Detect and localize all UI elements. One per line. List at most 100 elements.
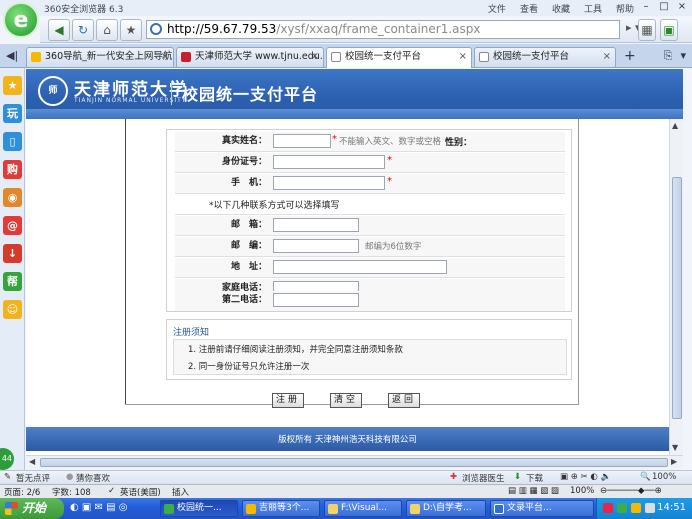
minimize-icon[interactable]: – bbox=[640, 1, 652, 13]
scroll-thumb[interactable] bbox=[672, 177, 682, 419]
vertical-scrollbar[interactable]: ▲ ▼ bbox=[669, 119, 683, 455]
email-label: 邮 箱： bbox=[230, 220, 267, 230]
tab-payment-active[interactable]: 校园统一支付平台 × bbox=[326, 47, 472, 68]
back-arrow-icon[interactable]: ◀ bbox=[48, 19, 70, 41]
browser-zoom[interactable]: 100% bbox=[652, 472, 676, 482]
scroll-down-icon[interactable]: ▼ bbox=[672, 443, 678, 452]
taskbar-item-chat[interactable]: 吉丽等3个... bbox=[242, 500, 320, 517]
tray-security-icon[interactable] bbox=[603, 503, 613, 513]
tab-360-nav[interactable]: 360导航_新一代安全上网导航 × bbox=[26, 47, 174, 67]
page-content: 真实姓名： * 不能输入英文、数字或空格 性别： 身份证号： * 手 机： * … bbox=[26, 119, 669, 455]
tab-payment[interactable]: 校园统一支付平台 × bbox=[474, 47, 616, 67]
row-zip: 邮 编： 邮编为6位数字 bbox=[175, 237, 565, 257]
grid-menu-icon[interactable]: ▦ bbox=[638, 19, 656, 41]
id-number-input[interactable] bbox=[273, 155, 385, 169]
browser-icon bbox=[164, 504, 174, 514]
scroll-right-icon[interactable]: ▶ bbox=[671, 457, 677, 466]
taskbar-item-payment[interactable]: 校园统一... bbox=[160, 500, 238, 517]
row-real-name: 真实姓名： * 不能输入英文、数字或空格 性别： bbox=[175, 132, 565, 152]
real-name-hint: 不能输入英文、数字或空格 bbox=[339, 137, 442, 147]
word-document-icon bbox=[494, 504, 504, 514]
sidebar-toggle-icon[interactable]: ◀| bbox=[6, 49, 18, 62]
download-link[interactable]: 下载 bbox=[526, 472, 543, 484]
zoom-slider[interactable]: ⊖──────◆──⊕ bbox=[600, 486, 662, 496]
second-phone-input[interactable] bbox=[273, 293, 359, 307]
mobile-input[interactable] bbox=[273, 176, 385, 190]
view-mode-icons[interactable]: ▤ ▥ ▦ ▧ ▨ bbox=[508, 486, 559, 496]
help-icon[interactable]: 帮 bbox=[3, 272, 22, 291]
window-titlebar: 360安全浏览器 6.3 文件 查看 收藏 工具 帮助 – □ × bbox=[0, 0, 692, 16]
tab-label: 天津师范大学 www.tjnu.edu.cn bbox=[195, 51, 324, 62]
restore-tab-icon[interactable]: ⎘ bbox=[664, 49, 673, 63]
taskbar-item-label: F:\Visual... bbox=[341, 503, 387, 513]
taskbar-item-folder-d[interactable]: D:\自学考... bbox=[406, 500, 486, 517]
favicon-page-icon bbox=[331, 52, 341, 62]
favorites-star-icon[interactable]: ★ bbox=[3, 76, 22, 95]
registration-form: 真实姓名： * 不能输入英文、数字或空格 性别： 身份证号： * 手 机： * … bbox=[166, 129, 572, 312]
zoom-icon: 🔍 bbox=[640, 472, 651, 482]
favorite-star-icon[interactable]: ★ bbox=[120, 19, 142, 41]
taskbar-item-folder-f[interactable]: F:\Visual... bbox=[324, 500, 402, 517]
taskbar-item-record[interactable]: 文录平台... bbox=[490, 500, 594, 517]
shopping-icon[interactable]: 购 bbox=[3, 160, 22, 179]
start-button[interactable]: 开始 bbox=[0, 498, 64, 519]
address-bar[interactable]: http://59.67.79.53/xysf/xxaq/frame_conta… bbox=[146, 20, 620, 39]
back-button[interactable]: 返回 bbox=[388, 393, 420, 408]
insert-mode[interactable]: 插入 bbox=[172, 486, 189, 498]
language[interactable]: 英语(美国) bbox=[120, 486, 161, 498]
menu-file[interactable]: 文件 bbox=[488, 2, 506, 15]
clock[interactable]: 14:51 bbox=[657, 502, 686, 513]
register-button[interactable]: 注册 bbox=[272, 393, 304, 408]
hscroll-thumb[interactable] bbox=[40, 458, 668, 467]
tab-close-icon[interactable]: × bbox=[603, 48, 611, 66]
quicklaunch-icons[interactable]: ◐ ▣ ✉ ▤ ◎ bbox=[70, 502, 127, 513]
portal-title: 校园统一支付平台 bbox=[182, 85, 319, 104]
horizontal-scrollbar[interactable]: ◀ ▶ bbox=[26, 455, 683, 469]
address-input[interactable] bbox=[273, 260, 447, 274]
comments-status[interactable]: 暂无点评 bbox=[16, 472, 50, 484]
menu-help[interactable]: 帮助 bbox=[616, 2, 634, 15]
menu-favorites[interactable]: 收藏 bbox=[552, 2, 570, 15]
refresh-icon[interactable]: ↻ bbox=[72, 19, 94, 41]
maximize-icon[interactable]: □ bbox=[658, 1, 670, 13]
tab-close-icon[interactable]: × bbox=[311, 48, 319, 66]
guess-you-like-link[interactable]: 猜你喜欢 bbox=[76, 472, 110, 484]
email-input[interactable] bbox=[273, 218, 359, 232]
tab-list-icon[interactable]: ▾ bbox=[680, 49, 686, 63]
page-viewport: 师 天津师范大学 TIANJIN NORMAL UNIVERSITY 校园统一支… bbox=[26, 69, 683, 455]
status-tool-icons[interactable]: ▣ ⊕ ✂ ◐ 🔈 bbox=[560, 472, 611, 482]
tray-messenger-icon[interactable] bbox=[631, 503, 641, 513]
weibo-icon[interactable]: ◉ bbox=[3, 188, 22, 207]
download-icon[interactable]: ↓ bbox=[3, 244, 22, 263]
favicon-page-icon bbox=[479, 52, 489, 62]
browser-doctor-link[interactable]: 浏览器医生 bbox=[462, 472, 505, 484]
real-name-input[interactable] bbox=[273, 134, 331, 148]
menu-bar: 文件 查看 收藏 工具 帮助 bbox=[488, 2, 634, 15]
frame-border bbox=[578, 119, 579, 405]
browser-logo-icon[interactable]: e bbox=[3, 2, 39, 38]
document-zoom[interactable]: 100% bbox=[570, 486, 594, 496]
zip-input[interactable] bbox=[273, 239, 359, 253]
tools-icon[interactable]: ▣ bbox=[660, 19, 678, 41]
scroll-up-icon[interactable]: ▲ bbox=[672, 121, 678, 130]
banner-divider bbox=[171, 81, 172, 105]
emoji-icon[interactable]: ☺ bbox=[3, 300, 22, 319]
tray-network-icon[interactable] bbox=[617, 503, 627, 513]
tab-tjnu[interactable]: 天津师范大学 www.tjnu.edu.cn × bbox=[176, 47, 324, 67]
id-number-label: 身份证号： bbox=[221, 157, 267, 167]
tab-close-icon[interactable]: × bbox=[459, 48, 467, 66]
address-path: /xysf/xxaq/frame_container1.aspx bbox=[276, 22, 481, 36]
system-tray: 14:51 bbox=[596, 498, 692, 519]
tab-close-icon[interactable]: × bbox=[161, 48, 169, 66]
scroll-left-icon[interactable]: ◀ bbox=[29, 457, 35, 466]
menu-tools[interactable]: 工具 bbox=[584, 2, 602, 15]
clear-button[interactable]: 清空 bbox=[330, 393, 362, 408]
email-icon[interactable]: @ bbox=[3, 216, 22, 235]
menu-view[interactable]: 查看 bbox=[520, 2, 538, 15]
home-icon[interactable]: ⌂ bbox=[96, 19, 118, 41]
close-icon[interactable]: × bbox=[676, 1, 688, 13]
new-tab-icon[interactable]: + bbox=[624, 48, 636, 64]
play-icon[interactable]: 玩 bbox=[3, 104, 22, 123]
tray-volume-icon[interactable] bbox=[645, 503, 655, 513]
book-icon[interactable]: ▯ bbox=[3, 132, 22, 151]
